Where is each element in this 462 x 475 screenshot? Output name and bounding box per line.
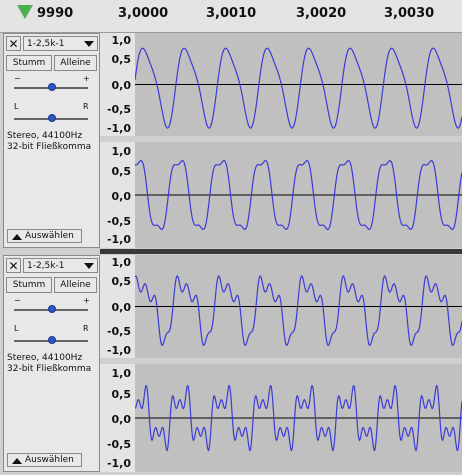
waveform-path bbox=[135, 47, 462, 129]
waveform-svg bbox=[135, 47, 462, 129]
timeline-ruler[interactable]: 9990 3,0000 3,0010 3,0020 3,0030 bbox=[0, 0, 462, 33]
waveform-channel-left[interactable] bbox=[135, 33, 462, 136]
track-name-label: 1-2,5k-1 bbox=[27, 261, 65, 271]
gain-minus-label: − bbox=[14, 296, 21, 305]
scale-label: 1,0 bbox=[111, 256, 132, 269]
chevron-up-icon bbox=[12, 458, 22, 464]
mute-button[interactable]: Stumm bbox=[6, 277, 52, 293]
scale-label: 0,5 bbox=[111, 53, 132, 66]
waveform-channel-left[interactable] bbox=[135, 255, 462, 358]
gain-slider-thumb[interactable] bbox=[48, 305, 56, 313]
solo-button[interactable]: Alleine bbox=[54, 277, 97, 293]
gain-minus-label: − bbox=[14, 74, 21, 83]
scale-label: -1,0 bbox=[106, 122, 131, 135]
pan-right-label: R bbox=[83, 324, 89, 333]
amplitude-scale: 1,0 0,5 0,0 -0,5 -1,0 bbox=[100, 364, 135, 472]
close-icon[interactable]: ✕ bbox=[6, 258, 21, 273]
waveform-channel-right[interactable] bbox=[135, 364, 462, 472]
select-button-label: Auswählen bbox=[25, 231, 74, 241]
gain-slider-thumb[interactable] bbox=[48, 83, 56, 91]
scale-label: 1,0 bbox=[111, 367, 132, 380]
scale-label: -0,5 bbox=[106, 103, 131, 116]
scale-label: 0,5 bbox=[111, 388, 132, 401]
play-head-icon[interactable] bbox=[17, 5, 33, 19]
track-info: Stereo, 44100Hz 32-bit Fließkomma bbox=[7, 131, 91, 153]
scale-label: -0,5 bbox=[106, 325, 131, 338]
amplitude-scale: 1,0 0,5 0,0 -0,5 -1,0 bbox=[100, 255, 135, 358]
scale-label: -0,5 bbox=[106, 438, 131, 451]
gain-plus-label: + bbox=[83, 74, 90, 83]
track-name-menu[interactable]: 1-2,5k-1 bbox=[23, 258, 98, 273]
scale-label: 0,0 bbox=[111, 301, 132, 314]
select-button-label: Auswählen bbox=[25, 455, 74, 465]
track-control-panel[interactable]: ✕ 1-2,5k-1 Stumm Alleine − + L R Stereo,… bbox=[3, 255, 100, 472]
scale-label: 0,0 bbox=[111, 190, 132, 203]
waveform-channel-right[interactable] bbox=[135, 142, 462, 248]
scale-label: 0,0 bbox=[111, 413, 132, 426]
scale-label: -0,5 bbox=[106, 215, 131, 228]
ruler-label: 3,0030 bbox=[384, 6, 435, 21]
gain-plus-label: + bbox=[83, 296, 90, 305]
ruler-label: 3,0010 bbox=[206, 6, 257, 21]
track-format-label: Stereo, 44100Hz bbox=[7, 353, 83, 363]
select-button[interactable]: Auswählen bbox=[7, 453, 82, 467]
amplitude-scale: 1,0 0,5 0,0 -0,5 -1,0 bbox=[100, 33, 135, 136]
close-icon[interactable]: ✕ bbox=[6, 36, 21, 51]
track-name-label: 1-2,5k-1 bbox=[27, 39, 65, 49]
scale-label: 1,0 bbox=[111, 145, 132, 158]
track-info: Stereo, 44100Hz 32-bit Fließkomma bbox=[7, 353, 91, 375]
track-name-menu[interactable]: 1-2,5k-1 bbox=[23, 36, 98, 51]
scale-label: 0,5 bbox=[111, 165, 132, 178]
mute-button[interactable]: Stumm bbox=[6, 55, 52, 71]
select-button[interactable]: Auswählen bbox=[7, 229, 82, 243]
ruler-label: 9990 bbox=[37, 6, 74, 21]
waveform-svg bbox=[135, 384, 462, 452]
ruler-label: 3,0020 bbox=[296, 6, 347, 21]
scale-label: 1,0 bbox=[111, 34, 132, 47]
pan-slider-thumb[interactable] bbox=[48, 336, 56, 344]
waveform-svg bbox=[135, 159, 462, 230]
chevron-down-icon bbox=[84, 263, 94, 269]
chevron-up-icon bbox=[12, 234, 22, 240]
amplitude-scale: 1,0 0,5 0,0 -0,5 -1,0 bbox=[100, 142, 135, 248]
scale-label: 0,0 bbox=[111, 79, 132, 92]
scale-label: 0,5 bbox=[111, 275, 132, 288]
pan-slider-thumb[interactable] bbox=[48, 114, 56, 122]
ruler-label: 3,0000 bbox=[118, 6, 169, 21]
pan-left-label: L bbox=[14, 102, 19, 111]
scale-label: -1,0 bbox=[106, 457, 131, 470]
track-sample-format-label: 32-bit Fließkomma bbox=[7, 142, 92, 152]
waveform-path bbox=[135, 275, 462, 346]
track-format-label: Stereo, 44100Hz bbox=[7, 131, 83, 141]
solo-button[interactable]: Alleine bbox=[54, 55, 97, 71]
track-sample-format-label: 32-bit Fließkomma bbox=[7, 364, 92, 374]
scale-label: -1,0 bbox=[106, 344, 131, 357]
waveform-svg bbox=[135, 275, 462, 346]
track-control-panel[interactable]: ✕ 1-2,5k-1 Stumm Alleine − + L R Stereo,… bbox=[3, 33, 100, 248]
pan-right-label: R bbox=[83, 102, 89, 111]
chevron-down-icon bbox=[84, 41, 94, 47]
pan-left-label: L bbox=[14, 324, 19, 333]
track-separator[interactable] bbox=[100, 249, 462, 254]
scale-label: -1,0 bbox=[106, 233, 131, 246]
